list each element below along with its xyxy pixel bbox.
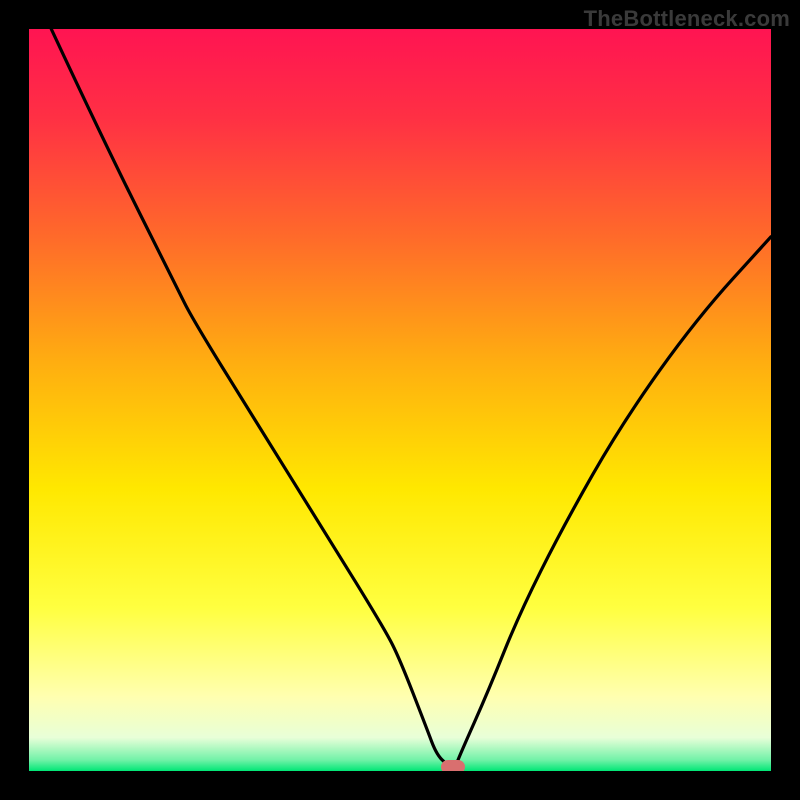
optimum-marker (441, 760, 465, 771)
chart-background-gradient (29, 29, 771, 771)
chart-frame (29, 29, 771, 771)
